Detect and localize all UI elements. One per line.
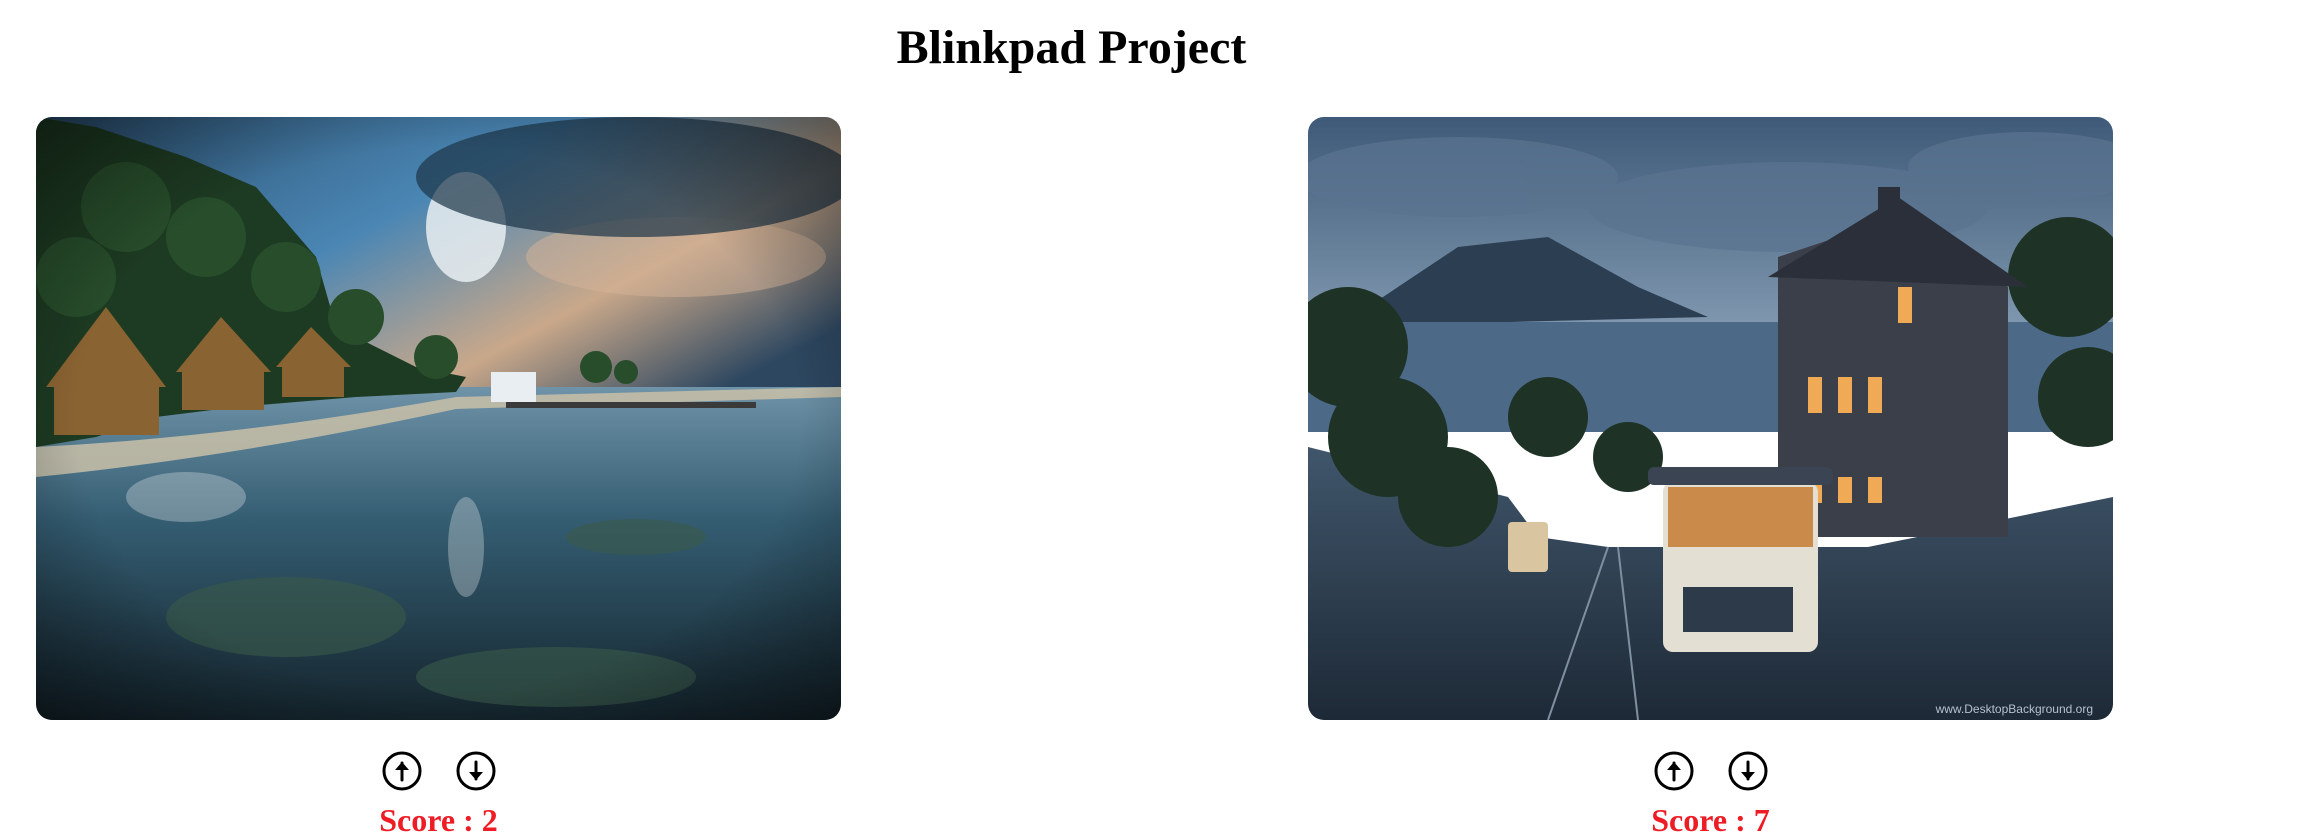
score-label: Score : [1651, 802, 1754, 838]
arrow-up-circle-icon [1654, 751, 1693, 791]
beach-photo [36, 117, 841, 720]
downvote-button[interactable] [455, 750, 497, 792]
vote-controls [36, 750, 841, 792]
score-display: Score : 2 [36, 800, 841, 840]
page-title: Blinkpad Project [896, 21, 1247, 74]
arrow-up-circle-icon [382, 751, 421, 791]
score-value: 2 [481, 802, 498, 838]
arrow-down-circle-icon [456, 751, 495, 791]
watermark-text: www.DesktopBackground.org [1935, 702, 2093, 716]
vote-controls [1308, 750, 2113, 792]
downvote-button[interactable] [1727, 750, 1769, 792]
city-street-photo: www.DesktopBackground.org [1308, 117, 2113, 720]
upvote-button[interactable] [1653, 750, 1695, 792]
score-value: 7 [1753, 802, 1770, 838]
score-label: Score : [379, 802, 482, 838]
score-display: Score : 7 [1308, 800, 2113, 840]
upvote-button[interactable] [381, 750, 423, 792]
arrow-down-circle-icon [1728, 751, 1767, 791]
image-card: www.DesktopBackground.org Score : 7 [1308, 117, 2113, 840]
image-card: Score : 2 [36, 117, 841, 840]
